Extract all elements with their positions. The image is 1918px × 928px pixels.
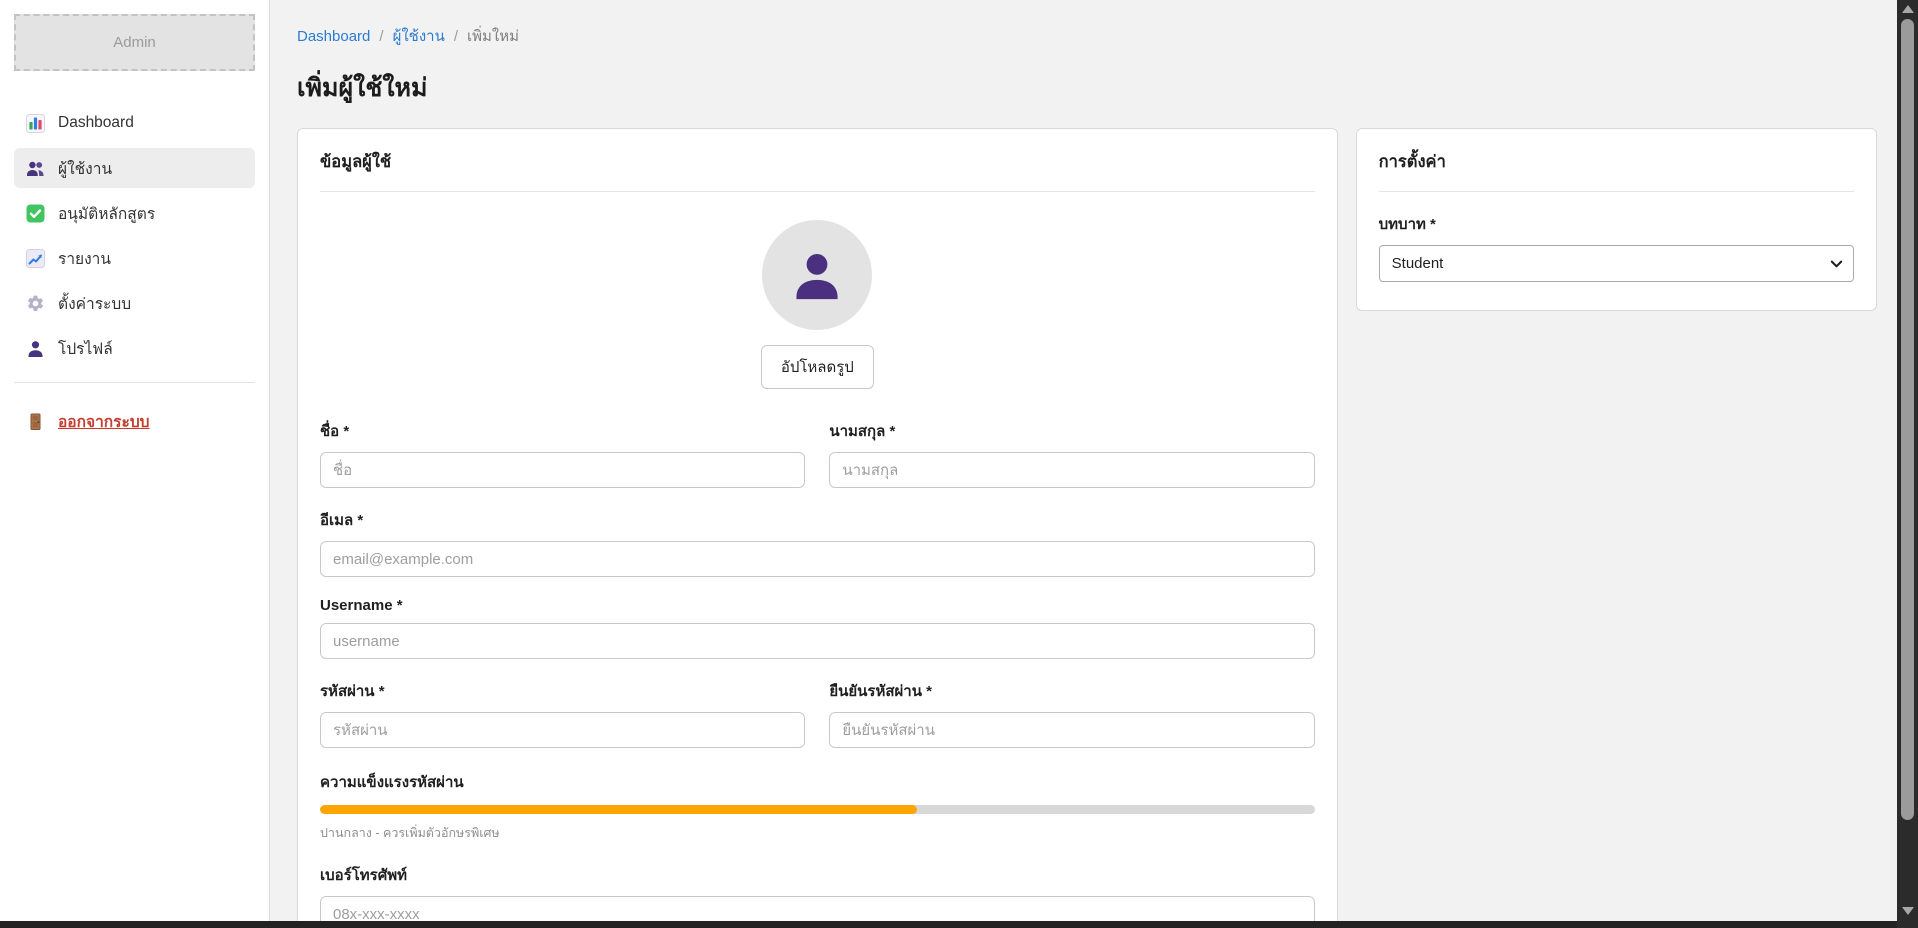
phone-input[interactable] [320, 896, 1315, 921]
sidebar-item-label: อนุมัติหลักสูตร [58, 201, 155, 226]
settings-card-title: การตั้งค่า [1379, 149, 1854, 192]
sidebar-item-label: ตั้งค่าระบบ [58, 291, 131, 316]
phone-field-group: เบอร์โทรศัพท์ [320, 863, 1315, 921]
user-info-card: ข้อมูลผู้ใช้ อัปโหลดรูป ชื่อ * นามสกุล * [297, 128, 1338, 921]
logout-label: ออกจากระบบ [58, 409, 150, 434]
password-strength-section: ความแข็งแรงรหัสผ่าน ปานกลาง - ควรเพิ่มตั… [320, 770, 1315, 843]
avatar-person-icon [788, 246, 846, 304]
role-select[interactable]: Student [1379, 245, 1854, 282]
settings-card: การตั้งค่า บทบาท * Student [1356, 128, 1877, 311]
password-strength-helper: ปานกลาง - ควรเพิ่มตัวอักษรพิเศษ [320, 823, 1315, 843]
scroll-down-arrow-icon [1902, 907, 1914, 915]
profile-person-icon [26, 339, 45, 358]
reports-trend-icon [26, 249, 45, 268]
avatar [762, 220, 872, 330]
username-field-group: Username * [320, 597, 1315, 659]
breadcrumb-separator: / [454, 28, 458, 45]
last-name-label: นามสกุล * [829, 419, 1314, 443]
sidebar: Admin Dashboard ผู้ใช้งาน อนุมัติหลักสูต… [0, 0, 270, 921]
password-field-group: รหัสผ่าน * [320, 679, 805, 748]
breadcrumb: Dashboard / ผู้ใช้งาน / เพิ่มใหม่ [297, 24, 1877, 48]
breadcrumb-current: เพิ่มใหม่ [467, 24, 519, 48]
password-strength-track [320, 805, 1315, 814]
sidebar-item-reports[interactable]: รายงาน [14, 238, 255, 278]
users-icon [26, 159, 45, 178]
brand-logo-placeholder: Admin [14, 14, 255, 71]
sidebar-item-label: โปรไฟล์ [58, 336, 113, 361]
username-label: Username * [320, 597, 1315, 614]
scrollbar-down-button[interactable] [1897, 903, 1918, 919]
scrollbar-up-button[interactable] [1897, 1, 1918, 17]
window-bottom-edge [0, 921, 1918, 928]
sidebar-item-users[interactable]: ผู้ใช้งาน [14, 148, 255, 188]
scrollbar-thumb[interactable] [1901, 19, 1914, 820]
sidebar-item-profile[interactable]: โปรไฟล์ [14, 328, 255, 368]
sidebar-item-label: ผู้ใช้งาน [58, 156, 112, 181]
username-input[interactable] [320, 623, 1315, 659]
role-label: บทบาท * [1379, 212, 1854, 236]
confirm-password-field-group: ยืนยันรหัสผ่าน * [829, 679, 1314, 748]
vertical-scrollbar[interactable] [1897, 0, 1918, 928]
user-info-card-title: ข้อมูลผู้ใช้ [320, 149, 1315, 192]
password-strength-fill [320, 805, 917, 814]
email-field-group: อีเมล * [320, 508, 1315, 577]
avatar-section: อัปโหลดรูป [320, 192, 1315, 399]
first-name-field-group: ชื่อ * [320, 419, 805, 488]
breadcrumb-users[interactable]: ผู้ใช้งาน [393, 24, 445, 48]
brand-label: Admin [113, 34, 156, 51]
main-content: Dashboard / ผู้ใช้งาน / เพิ่มใหม่ เพิ่มผ… [271, 0, 1897, 921]
page-title: เพิ่มผู้ใช้ใหม่ [297, 68, 1877, 108]
approve-check-icon [26, 204, 45, 223]
confirm-password-input[interactable] [829, 712, 1314, 748]
scroll-up-arrow-icon [1902, 5, 1914, 13]
sidebar-nav: Dashboard ผู้ใช้งาน อนุมัติหลักสูตร รายง… [14, 103, 255, 368]
sidebar-item-dashboard[interactable]: Dashboard [14, 103, 255, 143]
sidebar-divider [14, 382, 255, 383]
password-label: รหัสผ่าน * [320, 679, 805, 703]
first-name-label: ชื่อ * [320, 419, 805, 443]
phone-label: เบอร์โทรศัพท์ [320, 863, 1315, 887]
sidebar-item-approve-courses[interactable]: อนุมัติหลักสูตร [14, 193, 255, 233]
email-label: อีเมล * [320, 508, 1315, 532]
last-name-field-group: นามสกุล * [829, 419, 1314, 488]
email-input[interactable] [320, 541, 1315, 577]
dashboard-chart-icon [26, 114, 45, 133]
logout-button[interactable]: ออกจากระบบ [14, 409, 255, 434]
sidebar-item-label: รายงาน [58, 246, 111, 271]
role-select-wrap: Student [1379, 245, 1854, 282]
password-input[interactable] [320, 712, 805, 748]
sidebar-item-system-settings[interactable]: ตั้งค่าระบบ [14, 283, 255, 323]
breadcrumb-dashboard[interactable]: Dashboard [297, 28, 370, 45]
last-name-input[interactable] [829, 452, 1314, 488]
upload-photo-button[interactable]: อัปโหลดรูป [761, 345, 874, 389]
settings-gear-icon [26, 294, 45, 313]
sidebar-item-label: Dashboard [58, 114, 134, 132]
password-strength-label: ความแข็งแรงรหัสผ่าน [320, 770, 1315, 794]
confirm-password-label: ยืนยันรหัสผ่าน * [829, 679, 1314, 703]
logout-door-icon [26, 412, 45, 431]
first-name-input[interactable] [320, 452, 805, 488]
breadcrumb-separator: / [379, 28, 383, 45]
